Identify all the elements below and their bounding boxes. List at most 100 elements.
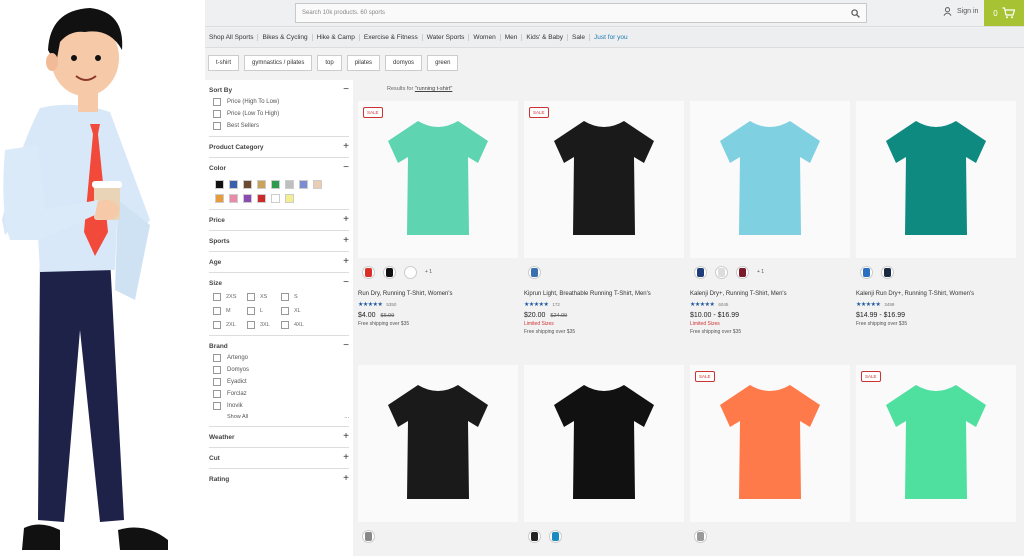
product-name[interactable]: Kalenji Dry+, Running T-Shirt, Men's <box>690 291 850 297</box>
filter-price[interactable]: Price + <box>209 210 349 231</box>
color-option[interactable] <box>860 265 873 279</box>
product-image-box[interactable]: SALE <box>524 101 684 258</box>
checkbox[interactable] <box>213 122 221 130</box>
checkbox[interactable] <box>213 378 221 386</box>
nav-item-women[interactable]: Women <box>469 34 501 41</box>
checkbox[interactable] <box>213 110 221 118</box>
chip-domyos[interactable]: domyos <box>385 55 423 71</box>
filter-sports[interactable]: Sports + <box>209 231 349 252</box>
product-name[interactable]: Kalenji Run Dry+, Running T-Shirt, Women… <box>856 291 1016 297</box>
collapse-icon[interactable]: − <box>343 278 349 288</box>
product-image-box[interactable] <box>856 101 1016 258</box>
checkbox[interactable] <box>213 366 221 374</box>
color-swatch[interactable] <box>243 194 252 203</box>
size-option[interactable]: L <box>247 307 281 315</box>
product-name[interactable]: Kiprun Light, Breathable Running T-Shirt… <box>524 291 684 297</box>
checkbox[interactable] <box>213 307 221 315</box>
checkbox[interactable] <box>247 307 255 315</box>
product-image-box[interactable] <box>690 101 850 258</box>
filter-rating[interactable]: Rating + <box>209 469 349 489</box>
expand-icon[interactable]: + <box>343 432 349 442</box>
expand-icon[interactable]: + <box>343 236 349 246</box>
show-all-link[interactable]: Show All <box>227 414 248 420</box>
product-card[interactable]: SALE Kiprun Light, Breathable Running T-S… <box>524 101 684 335</box>
more-colors[interactable]: + 1 <box>757 269 764 275</box>
more-colors[interactable]: + 1 <box>425 269 432 275</box>
color-option[interactable] <box>715 265 728 279</box>
color-swatch[interactable] <box>299 180 308 189</box>
color-option[interactable] <box>362 265 375 279</box>
brand-option[interactable]: Artengo <box>213 354 349 362</box>
chip-green[interactable]: green <box>427 55 459 71</box>
filter-header-sort-by[interactable]: Sort By − <box>209 85 349 95</box>
nav-item-sale[interactable]: Sale <box>568 34 591 41</box>
collapse-icon[interactable]: − <box>343 85 349 95</box>
size-option[interactable]: XL <box>281 307 315 315</box>
search-input[interactable]: Search 10k products. 60 sports <box>295 3 867 23</box>
nav-item-kids-baby[interactable]: Kids' & Baby <box>522 34 569 41</box>
brand-option[interactable]: Eyadict <box>213 378 349 386</box>
color-swatch[interactable] <box>215 194 224 203</box>
color-swatch[interactable] <box>257 194 266 203</box>
sort-option[interactable]: Price (Low To High) <box>213 110 349 118</box>
collapse-icon[interactable]: − <box>343 163 349 173</box>
checkbox[interactable] <box>213 321 221 329</box>
color-option[interactable] <box>383 265 396 279</box>
filter-product-category[interactable]: Product Category + <box>209 137 349 158</box>
color-option[interactable] <box>404 265 417 279</box>
checkbox[interactable] <box>213 354 221 362</box>
checkbox[interactable] <box>247 321 255 329</box>
brand-option[interactable]: Inovik <box>213 402 349 410</box>
nav-item-shop-all-sports[interactable]: Shop All Sports <box>205 34 259 41</box>
product-card[interactable] <box>358 365 518 543</box>
color-swatch[interactable] <box>285 180 294 189</box>
nav-item-men[interactable]: Men <box>501 34 523 41</box>
color-option[interactable] <box>362 529 375 543</box>
size-option[interactable]: 2XL <box>213 321 247 329</box>
chip-top[interactable]: top <box>317 55 342 71</box>
product-card[interactable]: + 1 Kalenji Dry+, Running T-Shirt, Men's ★… <box>690 101 850 335</box>
expand-icon[interactable]: + <box>343 453 349 463</box>
checkbox[interactable] <box>281 307 289 315</box>
sort-option[interactable]: Best Sellers <box>213 122 349 130</box>
checkbox[interactable] <box>281 293 289 301</box>
expand-icon[interactable]: + <box>343 474 349 484</box>
color-swatch[interactable] <box>271 180 280 189</box>
sort-option[interactable]: Price (High To Low) <box>213 98 349 106</box>
color-option[interactable] <box>549 529 562 543</box>
product-card[interactable]: SALE <box>690 365 850 543</box>
chip-pilates[interactable]: pilates <box>346 55 381 71</box>
expand-icon[interactable]: + <box>343 142 349 152</box>
expand-icon[interactable]: + <box>343 257 349 267</box>
product-card[interactable]: Kalenji Run Dry+, Running T-Shirt, Women… <box>856 101 1016 327</box>
filter-cut[interactable]: Cut + <box>209 448 349 469</box>
product-image-box[interactable]: SALE <box>690 365 850 522</box>
checkbox[interactable] <box>247 293 255 301</box>
product-card[interactable]: SALE <box>856 365 1016 543</box>
checkbox[interactable] <box>213 293 221 301</box>
size-option[interactable]: 2XS <box>213 293 247 301</box>
color-swatch[interactable] <box>229 180 238 189</box>
more-options-icon[interactable]: ... <box>344 414 349 420</box>
results-query[interactable]: "running t-shirt" <box>415 86 453 92</box>
product-image-box[interactable]: SALE <box>358 101 518 258</box>
nav-item-bikes-cycling[interactable]: Bikes & Cycling <box>258 34 313 41</box>
chip-gymnastics-pilates[interactable]: gymnastics / pilates <box>244 55 313 71</box>
color-option[interactable] <box>528 529 541 543</box>
sign-in-link[interactable]: Sign in <box>943 7 978 16</box>
size-option[interactable]: 4XL <box>281 321 315 329</box>
brand-option[interactable]: Forclaz <box>213 390 349 398</box>
checkbox[interactable] <box>281 321 289 329</box>
color-option[interactable] <box>736 265 749 279</box>
color-swatch[interactable] <box>285 194 294 203</box>
expand-icon[interactable]: + <box>343 215 349 225</box>
product-image-box[interactable] <box>358 365 518 522</box>
size-option[interactable]: S <box>281 293 315 301</box>
size-option[interactable]: XS <box>247 293 281 301</box>
filter-weather[interactable]: Weather + <box>209 427 349 448</box>
product-image-box[interactable]: SALE <box>856 365 1016 522</box>
color-option[interactable] <box>528 265 541 279</box>
filter-age[interactable]: Age + <box>209 252 349 273</box>
checkbox[interactable] <box>213 98 221 106</box>
size-option[interactable]: M <box>213 307 247 315</box>
